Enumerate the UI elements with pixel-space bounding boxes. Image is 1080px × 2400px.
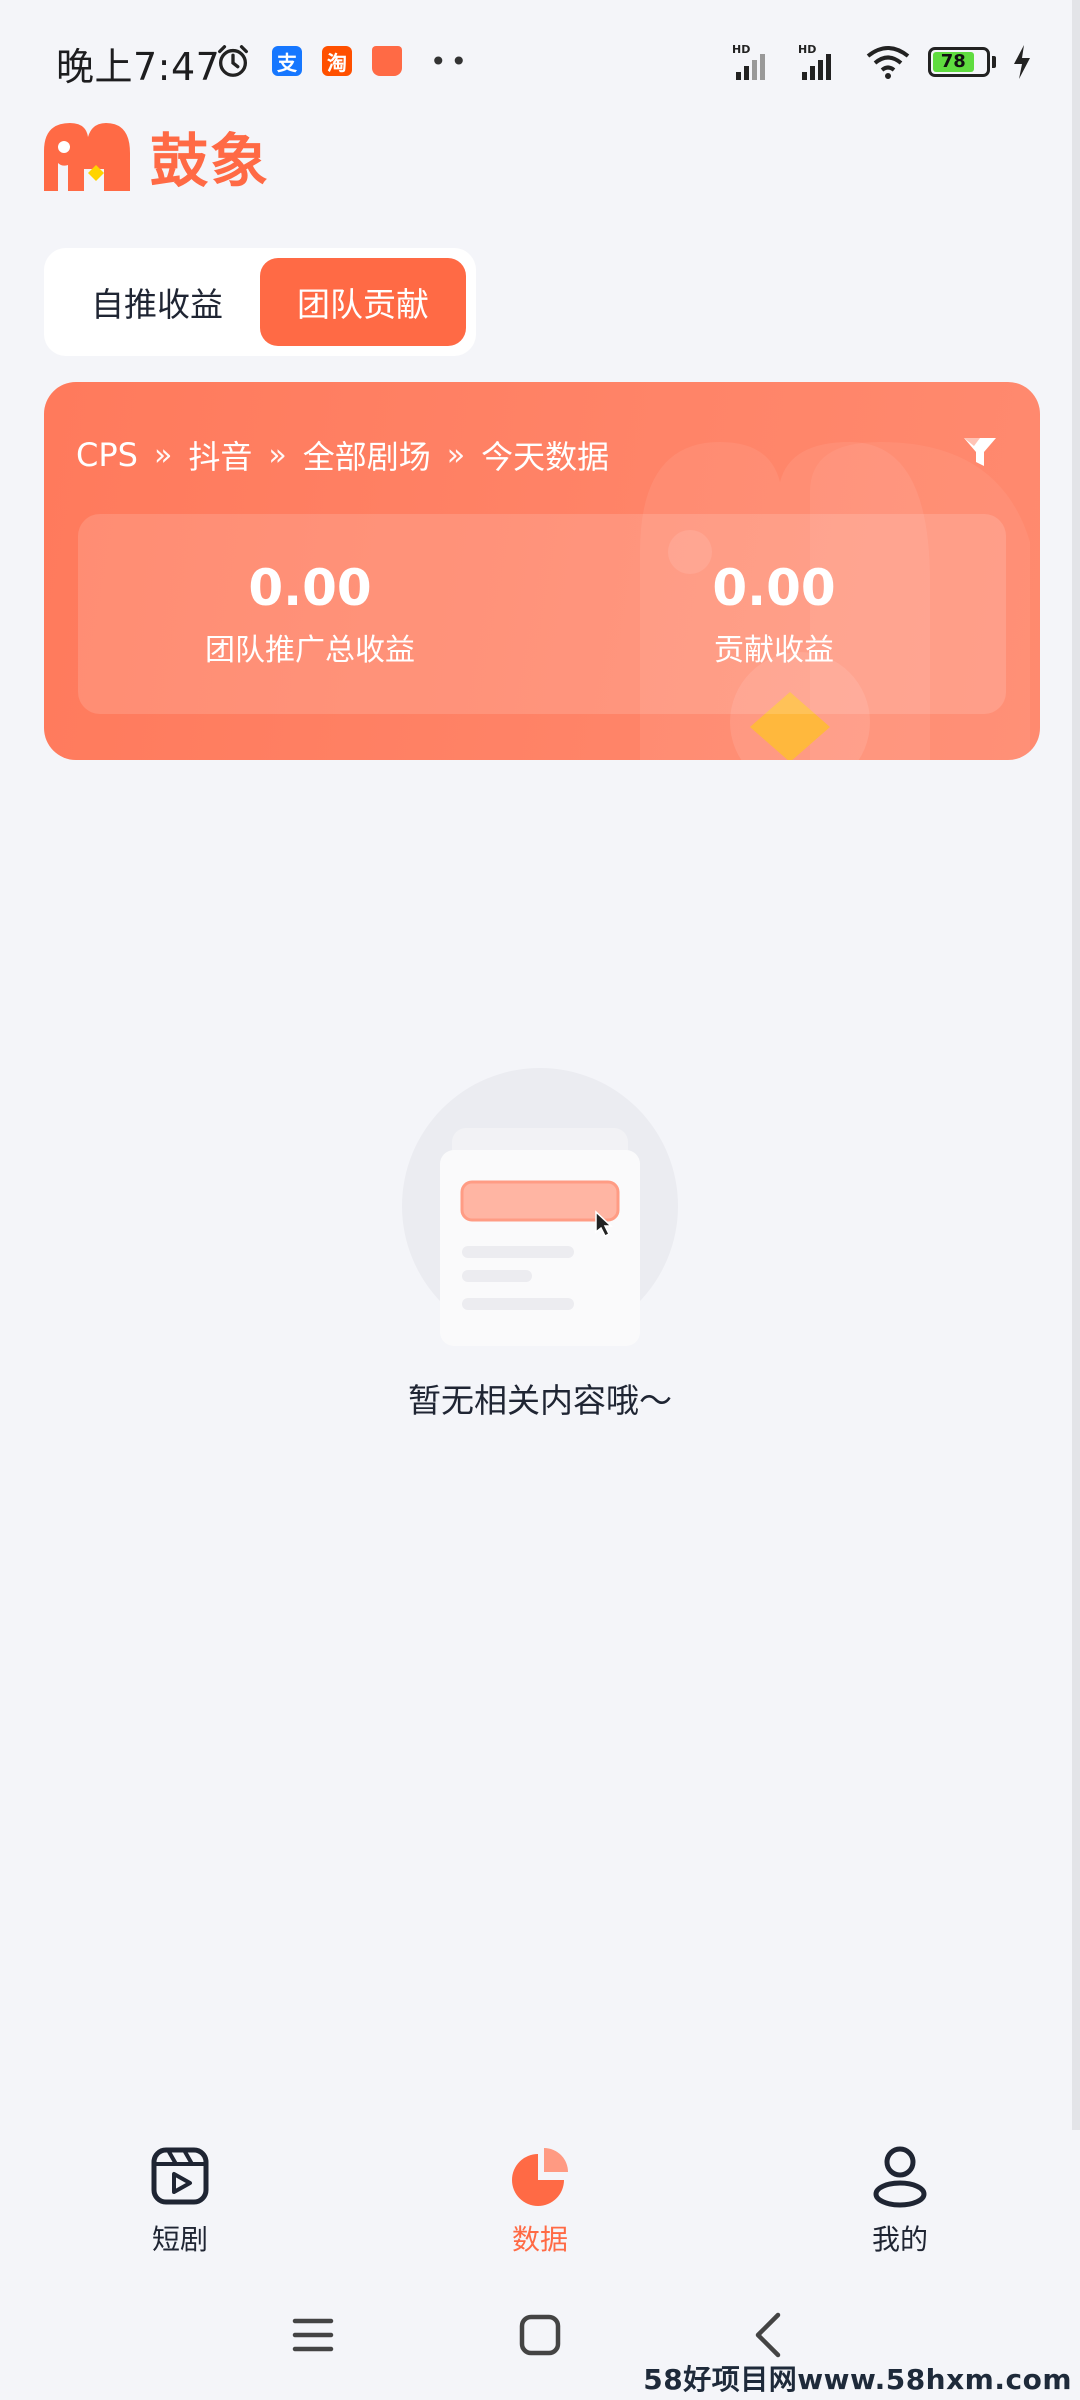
- app-logo: 鼓象: [40, 114, 270, 198]
- alipay-icon: 支: [272, 46, 302, 76]
- stat-label: 团队推广总收益: [205, 633, 415, 668]
- chevron-left-icon: [755, 2312, 780, 2358]
- scroll-edge: [1072, 0, 1080, 2130]
- alarm-icon: [218, 45, 248, 77]
- battery-icon: 78: [928, 47, 996, 77]
- battery-level: 78: [933, 52, 974, 72]
- breadcrumb-cps[interactable]: CPS: [76, 436, 138, 474]
- recent-apps-button[interactable]: [285, 2307, 341, 2363]
- bottom-nav: 短剧 数据 我的: [0, 2132, 1080, 2282]
- stat-label: 贡献收益: [714, 633, 834, 668]
- taobao-icon: 淘: [322, 46, 352, 76]
- home-button[interactable]: [512, 2307, 568, 2363]
- net-label-2: HD: [798, 43, 816, 56]
- nav-item-short-drama[interactable]: 短剧: [0, 2132, 360, 2282]
- stat-value: 0.00: [248, 559, 372, 617]
- stats-box: 0.00 团队推广总收益 0.00 贡献收益: [78, 514, 1006, 714]
- breadcrumb-today-data[interactable]: 今天数据: [481, 432, 609, 478]
- person-icon: [873, 2146, 927, 2208]
- empty-state: 暂无相关内容哦～: [0, 1066, 1080, 1422]
- status-time: 晚上7:47: [56, 45, 221, 89]
- menu-icon: [293, 2318, 334, 2352]
- nav-item-data[interactable]: 数据: [360, 2132, 720, 2282]
- stat-value: 0.00: [712, 559, 836, 617]
- nav-label: 短剧: [151, 2223, 208, 2256]
- notification-icons: 支 淘 ••: [214, 42, 471, 80]
- tab-team-contribution[interactable]: 团队贡献: [260, 258, 466, 346]
- system-icons: HD HD 78: [732, 42, 1032, 82]
- filter-icon[interactable]: [960, 432, 1000, 472]
- back-button[interactable]: [739, 2307, 795, 2363]
- tab-self-earnings[interactable]: 自推收益: [54, 258, 260, 346]
- wifi-icon: [866, 46, 910, 79]
- more-notifications-icon: ••: [430, 44, 472, 78]
- stat-team-total: 0.00 团队推广总收益: [78, 514, 542, 714]
- breadcrumb-douyin[interactable]: 抖音: [188, 432, 252, 478]
- stat-contribution: 0.00 贡献收益: [542, 514, 1006, 714]
- nav-label: 数据: [511, 2223, 568, 2256]
- empty-state-text: 暂无相关内容哦～: [408, 1381, 672, 1420]
- status-bar: 晚上7:47 支 淘 •• HD HD 78: [0, 0, 1080, 120]
- play-card-icon: [151, 2147, 209, 2205]
- signal-icon-2: HD: [798, 43, 831, 80]
- empty-document-icon: [402, 1068, 678, 1346]
- watermark: 58好项目网www.58hxm.com: [643, 2363, 1072, 2396]
- breadcrumb[interactable]: CPS » 抖音 » 全部剧场 » 今天数据: [76, 432, 609, 478]
- chevron-double-right-icon: »: [268, 437, 287, 473]
- net-label-1: HD: [732, 43, 750, 56]
- chevron-double-right-icon: »: [446, 437, 466, 473]
- chevron-double-right-icon: »: [153, 437, 173, 473]
- logo-text: 鼓象: [150, 127, 271, 195]
- nav-item-mine[interactable]: 我的: [720, 2132, 1080, 2282]
- elephant-logo-icon: [44, 123, 130, 191]
- breadcrumb-all-theaters[interactable]: 全部剧场: [303, 432, 431, 478]
- signal-icon: HD: [732, 43, 765, 80]
- shopping-bag-icon: [372, 46, 402, 76]
- segmented-tabs: 自推收益 团队贡献: [44, 248, 476, 356]
- nav-label: 我的: [871, 2223, 928, 2256]
- pie-chart-icon: [512, 2148, 568, 2206]
- earnings-card: CPS » 抖音 » 全部剧场 » 今天数据 0.00 团队推广总收益 0.00…: [44, 382, 1040, 760]
- square-icon: [519, 2314, 561, 2356]
- charging-icon: [1014, 45, 1030, 79]
